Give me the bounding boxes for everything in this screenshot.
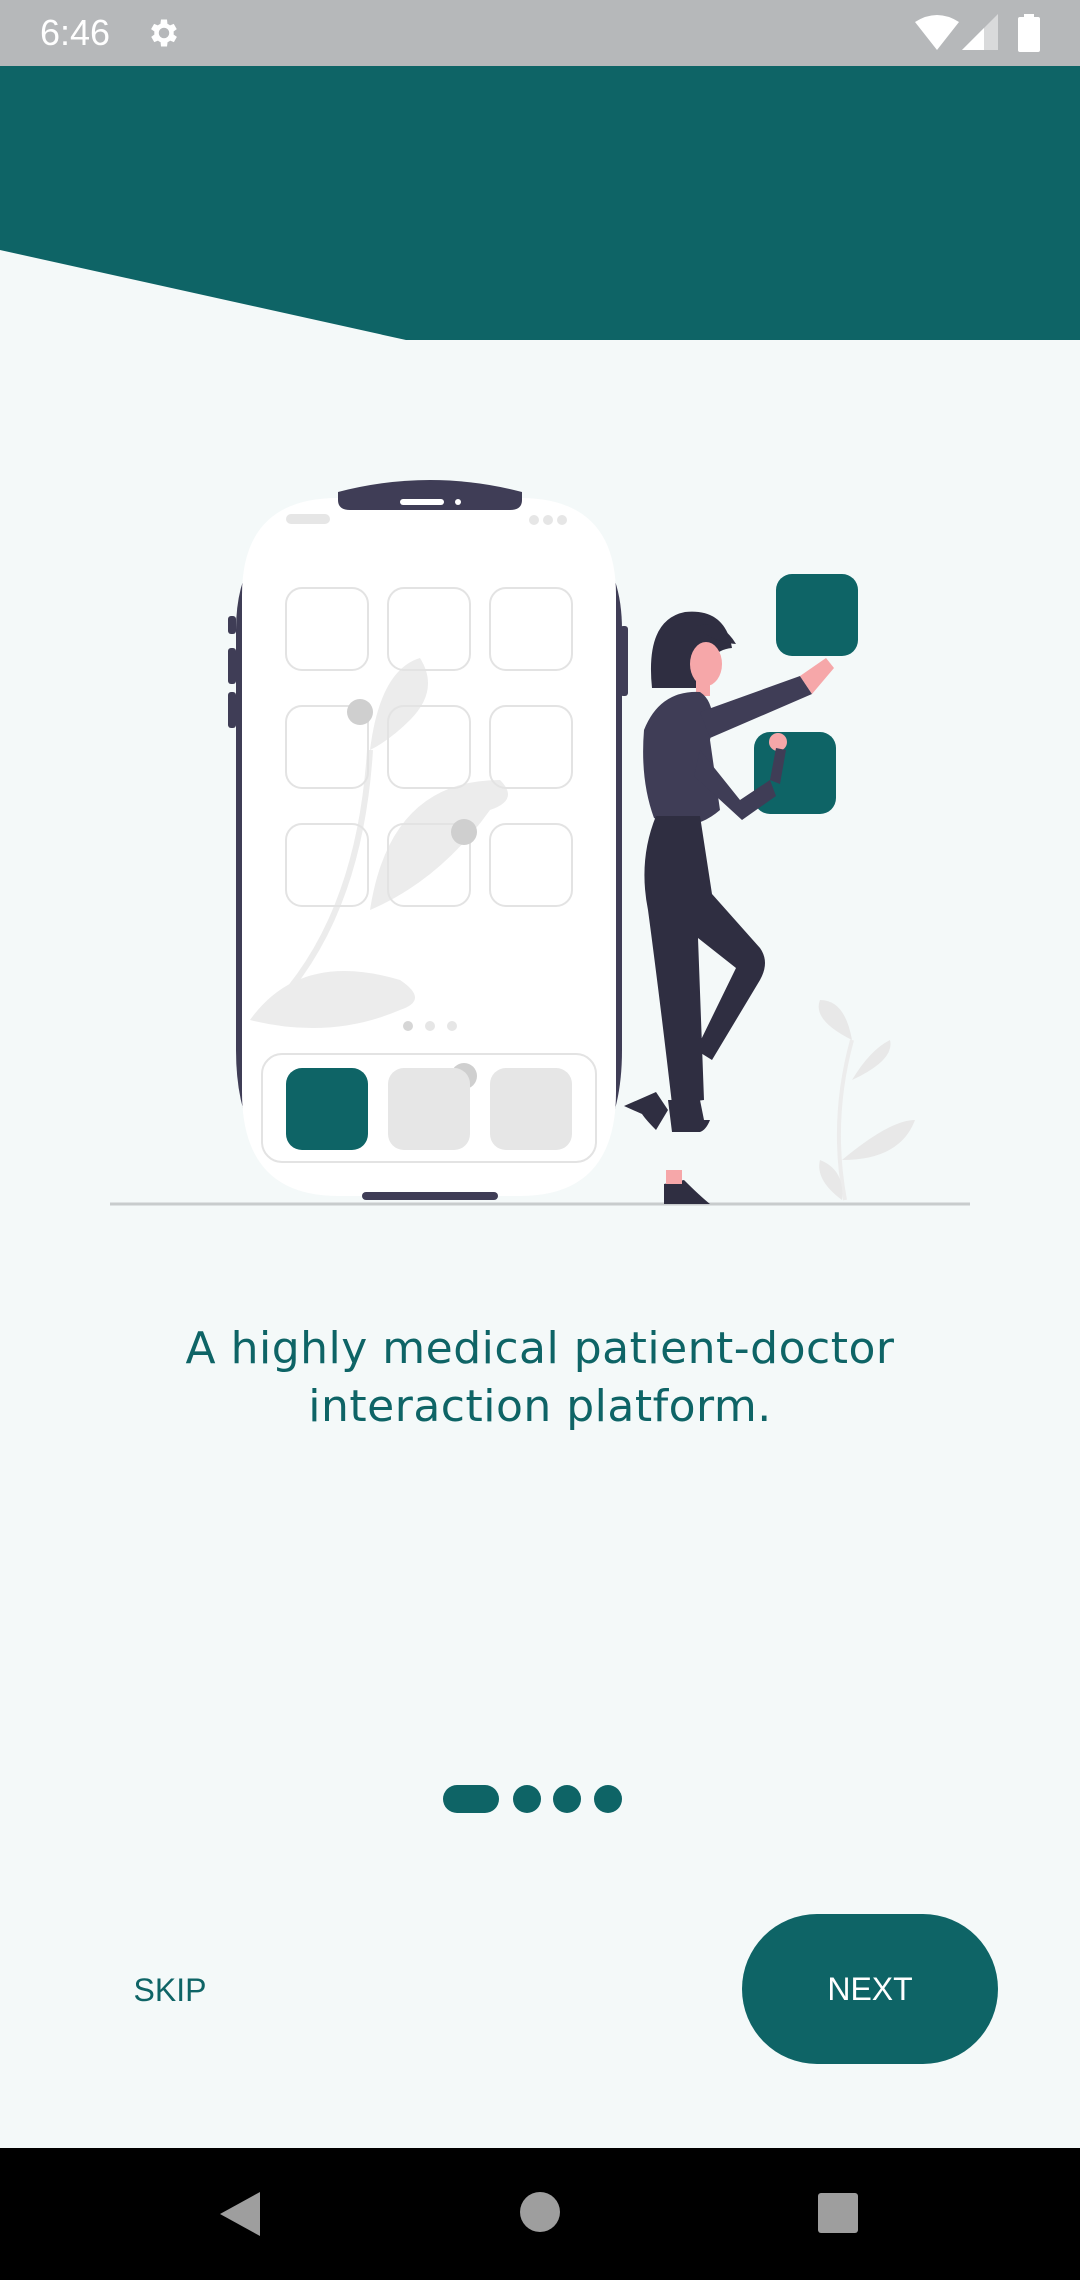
page-dot [553, 1785, 581, 1813]
page-dot [594, 1785, 622, 1813]
next-button[interactable]: NEXT [742, 1914, 998, 2064]
wifi-icon [915, 15, 959, 50]
back-icon[interactable] [218, 2190, 262, 2238]
gear-icon [151, 19, 177, 47]
recent-apps-icon[interactable] [818, 2193, 858, 2233]
page-dot-active [443, 1785, 499, 1813]
onboarding-illustration [110, 480, 970, 1206]
page-dot [513, 1785, 541, 1813]
status-time: 6:46 [40, 12, 111, 53]
battery-icon [1018, 14, 1040, 52]
cell-signal-icon [962, 14, 998, 50]
skip-button[interactable]: SKIP [110, 1960, 230, 2020]
onboarding-tagline: A highly medical patient-doctor interact… [185, 1323, 895, 1432]
home-icon[interactable] [520, 2192, 560, 2232]
header-banner [0, 66, 1080, 340]
status-bar: 6:46 [0, 0, 1080, 66]
